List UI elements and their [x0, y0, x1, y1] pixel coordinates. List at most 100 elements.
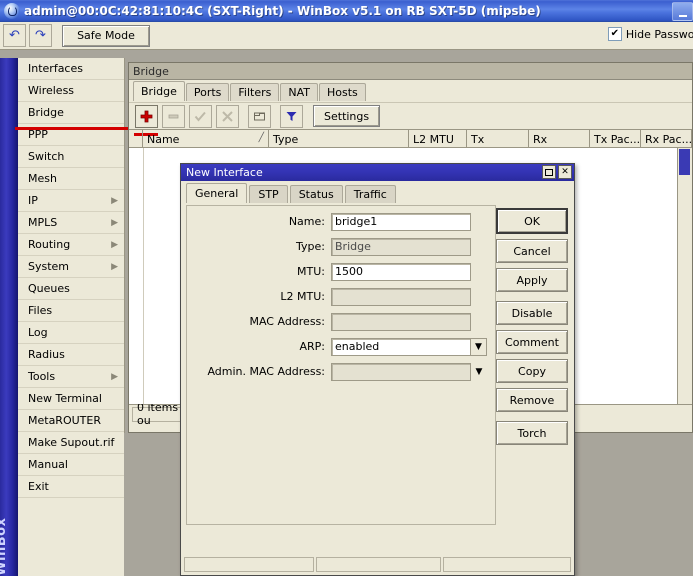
dialog-status-cell-3: [443, 557, 571, 572]
column-header-rx-pac[interactable]: Rx Pac...: [641, 130, 692, 147]
chevron-down-icon[interactable]: ▼: [471, 337, 487, 356]
field-label-admin-mac-address: Admin. MAC Address:: [207, 365, 325, 378]
copy-button[interactable]: Copy: [496, 359, 568, 383]
sidebar-item-log[interactable]: Log: [18, 322, 124, 344]
sidebar-item-bridge[interactable]: Bridge: [18, 102, 124, 124]
sidebar-item-routing[interactable]: Routing ▶: [18, 234, 124, 256]
bridge-tab-nat[interactable]: NAT: [280, 83, 319, 101]
bridge-tab-hosts[interactable]: Hosts: [319, 83, 366, 101]
maximize-icon[interactable]: [542, 165, 556, 179]
dialog-status-cell-2: [316, 557, 441, 572]
remove-bridge-button[interactable]: [162, 104, 185, 128]
dialog-tab-general[interactable]: General: [186, 183, 248, 203]
sidebar-item-files[interactable]: Files: [18, 300, 124, 322]
column-header-tx-pac[interactable]: Tx Pac...: [590, 130, 641, 147]
bridge-window-caption: Bridge: [129, 63, 692, 80]
sidebar-item-radius[interactable]: Radius: [18, 344, 124, 366]
field-input-mtu[interactable]: 1500: [331, 262, 471, 281]
field-row-mac-address: MAC Address:: [187, 312, 487, 331]
sidebar-item-wireless[interactable]: Wireless: [18, 80, 124, 102]
scrollbar-thumb[interactable]: [679, 149, 690, 175]
sidebar-item-metarouter[interactable]: MetaROUTER: [18, 410, 124, 432]
bridge-table-scrollbar[interactable]: [677, 148, 692, 404]
comment-button[interactable]: [248, 104, 271, 128]
ok-button[interactable]: OK: [496, 208, 568, 234]
sidebar-item-tools[interactable]: Tools ▶: [18, 366, 124, 388]
field-row-arp: ARP: enabled ▼: [187, 337, 487, 356]
sidebar-item-exit[interactable]: Exit: [18, 476, 124, 498]
sidebar-item-label: Switch: [28, 150, 65, 163]
add-bridge-button[interactable]: [135, 104, 158, 128]
sidebar-item-label: Routing: [28, 238, 71, 251]
bridge-tabstrip: Bridge Ports Filters NAT Hosts: [129, 80, 692, 102]
dialog-tab-status[interactable]: Status: [289, 185, 343, 203]
sidebar-item-label: Make Supout.rif: [28, 436, 115, 449]
bridge-settings-button[interactable]: Settings: [313, 105, 381, 127]
sidebar-item-interfaces[interactable]: Interfaces: [18, 58, 124, 80]
sidebar-item-new-terminal[interactable]: New Terminal: [18, 388, 124, 410]
sidebar-item-make-supout-rif[interactable]: Make Supout.rif: [18, 432, 124, 454]
comment-button[interactable]: Comment: [496, 330, 568, 354]
sidebar-item-ip[interactable]: IP ▶: [18, 190, 124, 212]
field-row-type: Type: Bridge: [187, 237, 487, 256]
chevron-down-icon[interactable]: ▼: [471, 363, 487, 381]
field-label-mac-address: MAC Address:: [249, 315, 325, 328]
field-input-name[interactable]: bridge1: [331, 212, 471, 231]
sidebar-item-mesh[interactable]: Mesh: [18, 168, 124, 190]
sidebar-item-label: MPLS: [28, 216, 58, 229]
field-label-name: Name:: [288, 215, 325, 228]
field-label-mtu: MTU:: [297, 265, 325, 278]
routeros-brand-band: erOS WinBox: [0, 58, 18, 576]
column-header-l2-mtu[interactable]: L2 MTU: [409, 130, 467, 147]
safe-mode-button[interactable]: Safe Mode: [62, 24, 150, 47]
sidebar-item-label: Bridge: [28, 106, 64, 119]
hide-passwords-checkbox[interactable]: ✔ Hide Passwor: [607, 27, 693, 41]
enable-bridge-button[interactable]: [189, 104, 212, 128]
bridge-tab-filters[interactable]: Filters: [230, 83, 280, 101]
disable-bridge-button[interactable]: [216, 104, 239, 128]
column-header-rx[interactable]: Rx: [529, 130, 590, 147]
filter-button[interactable]: [280, 104, 303, 128]
column-header-label: L2 MTU: [413, 132, 454, 146]
cancel-button[interactable]: Cancel: [496, 239, 568, 263]
column-header-type[interactable]: Type: [269, 130, 409, 147]
sidebar-item-switch[interactable]: Switch: [18, 146, 124, 168]
torch-button[interactable]: Torch: [496, 421, 568, 445]
apply-button[interactable]: Apply: [496, 268, 568, 292]
bridge-tab-bridge[interactable]: Bridge: [133, 81, 185, 101]
sidebar-item-queues[interactable]: Queues: [18, 278, 124, 300]
column-header-label: Tx: [471, 132, 485, 146]
sidebar-item-manual[interactable]: Manual: [18, 454, 124, 476]
winbox-app-window: admin@00:0C:42:81:10:4C (SXT-Right) - Wi…: [0, 0, 693, 576]
sidebar-item-label: Tools: [28, 370, 56, 383]
sidebar-item-label: Mesh: [28, 172, 57, 185]
column-header-name[interactable]: Name ╱: [143, 130, 269, 147]
remove-button[interactable]: Remove: [496, 388, 568, 412]
sidebar-item-mpls[interactable]: MPLS ▶: [18, 212, 124, 234]
dialog-tab-stp[interactable]: STP: [249, 185, 288, 203]
redo-icon[interactable]: ↷: [29, 24, 52, 47]
sidebar-item-label: Interfaces: [28, 62, 83, 75]
minimize-button[interactable]: [672, 2, 693, 21]
bridge-tab-ports[interactable]: Ports: [185, 83, 230, 101]
field-input-l2-mtu: [331, 287, 471, 306]
column-header-tx[interactable]: Tx: [467, 130, 529, 147]
chevron-right-icon: ▶: [111, 262, 118, 272]
dialog-tab-traffic[interactable]: Traffic: [344, 185, 396, 203]
row-selector-gutter: [129, 148, 144, 404]
dialog-window-controls: ✕: [542, 165, 572, 179]
sidebar-item-system[interactable]: System ▶: [18, 256, 124, 278]
undo-icon[interactable]: ↶: [3, 24, 26, 47]
chevron-right-icon: ▶: [111, 372, 118, 382]
main-titlebar: admin@00:0C:42:81:10:4C (SXT-Right) - Wi…: [0, 0, 693, 23]
close-icon[interactable]: ✕: [558, 165, 572, 179]
sidebar-item-label: Exit: [28, 480, 49, 493]
field-input-arp[interactable]: enabled: [331, 337, 471, 356]
sidebar-item-label: System: [28, 260, 70, 273]
hide-passwords-label: Hide Passwor: [625, 27, 693, 41]
main-toolbar: ↶ ↷ Safe Mode ✔ Hide Passwor: [0, 22, 693, 50]
column-header-label: Type: [273, 132, 299, 146]
checkbox-checkmark-icon[interactable]: ✔: [607, 27, 622, 41]
column-header-label: Name: [147, 132, 180, 146]
disable-button[interactable]: Disable: [496, 301, 568, 325]
